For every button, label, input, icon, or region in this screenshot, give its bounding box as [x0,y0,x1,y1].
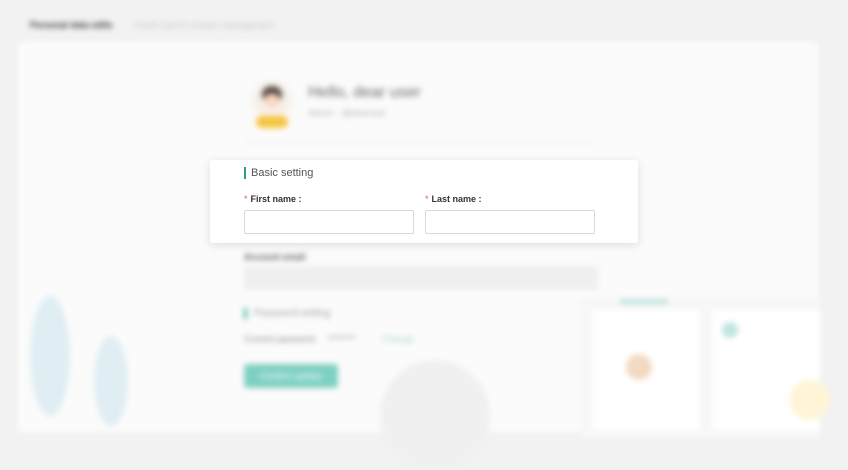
tab-payment-management[interactable]: Credit card & coupon management [135,20,275,30]
greeting-text: Hello, dear user [308,84,421,101]
change-password-link[interactable]: Change [382,334,414,344]
required-marker: * [244,194,248,204]
leaf-decoration-left [30,296,70,416]
last-name-label: * Last name : [425,194,482,204]
leaf-decoration-small [94,336,128,426]
update-button[interactable]: Confirm update [244,364,338,388]
last-name-label-text: Last name : [431,194,482,204]
last-name-input[interactable] [425,210,595,234]
promo-accent-line [620,300,668,303]
basic-setting-title: Basic setting [244,167,313,179]
profile-divider [244,142,594,143]
email-label: Account email [244,252,306,262]
first-name-label-text: First name : [250,194,302,204]
tab-personal-data[interactable]: Personal data edits [30,20,113,30]
glow-decoration [790,380,830,420]
password-row-value: ******** [327,334,356,344]
first-name-input[interactable] [244,210,414,234]
profile-subline: Admin · @dearuser [308,108,387,118]
avatar [252,80,292,120]
promo-avatar [626,354,652,380]
promo-icon [722,322,738,338]
hill-decoration [380,360,490,470]
required-marker: * [425,194,429,204]
password-row-label: Current password [244,334,316,344]
password-section-title: Password setting [244,308,330,319]
password-row: Current password ******** [244,334,356,344]
email-field[interactable] [244,266,598,290]
tab-bar: Personal data edits Credit card & coupon… [30,20,274,30]
basic-setting-card: Basic setting * First name : * Last name : [210,160,638,243]
avatar-face [264,94,280,108]
first-name-label: * First name : [244,194,302,204]
member-badge [256,116,288,128]
